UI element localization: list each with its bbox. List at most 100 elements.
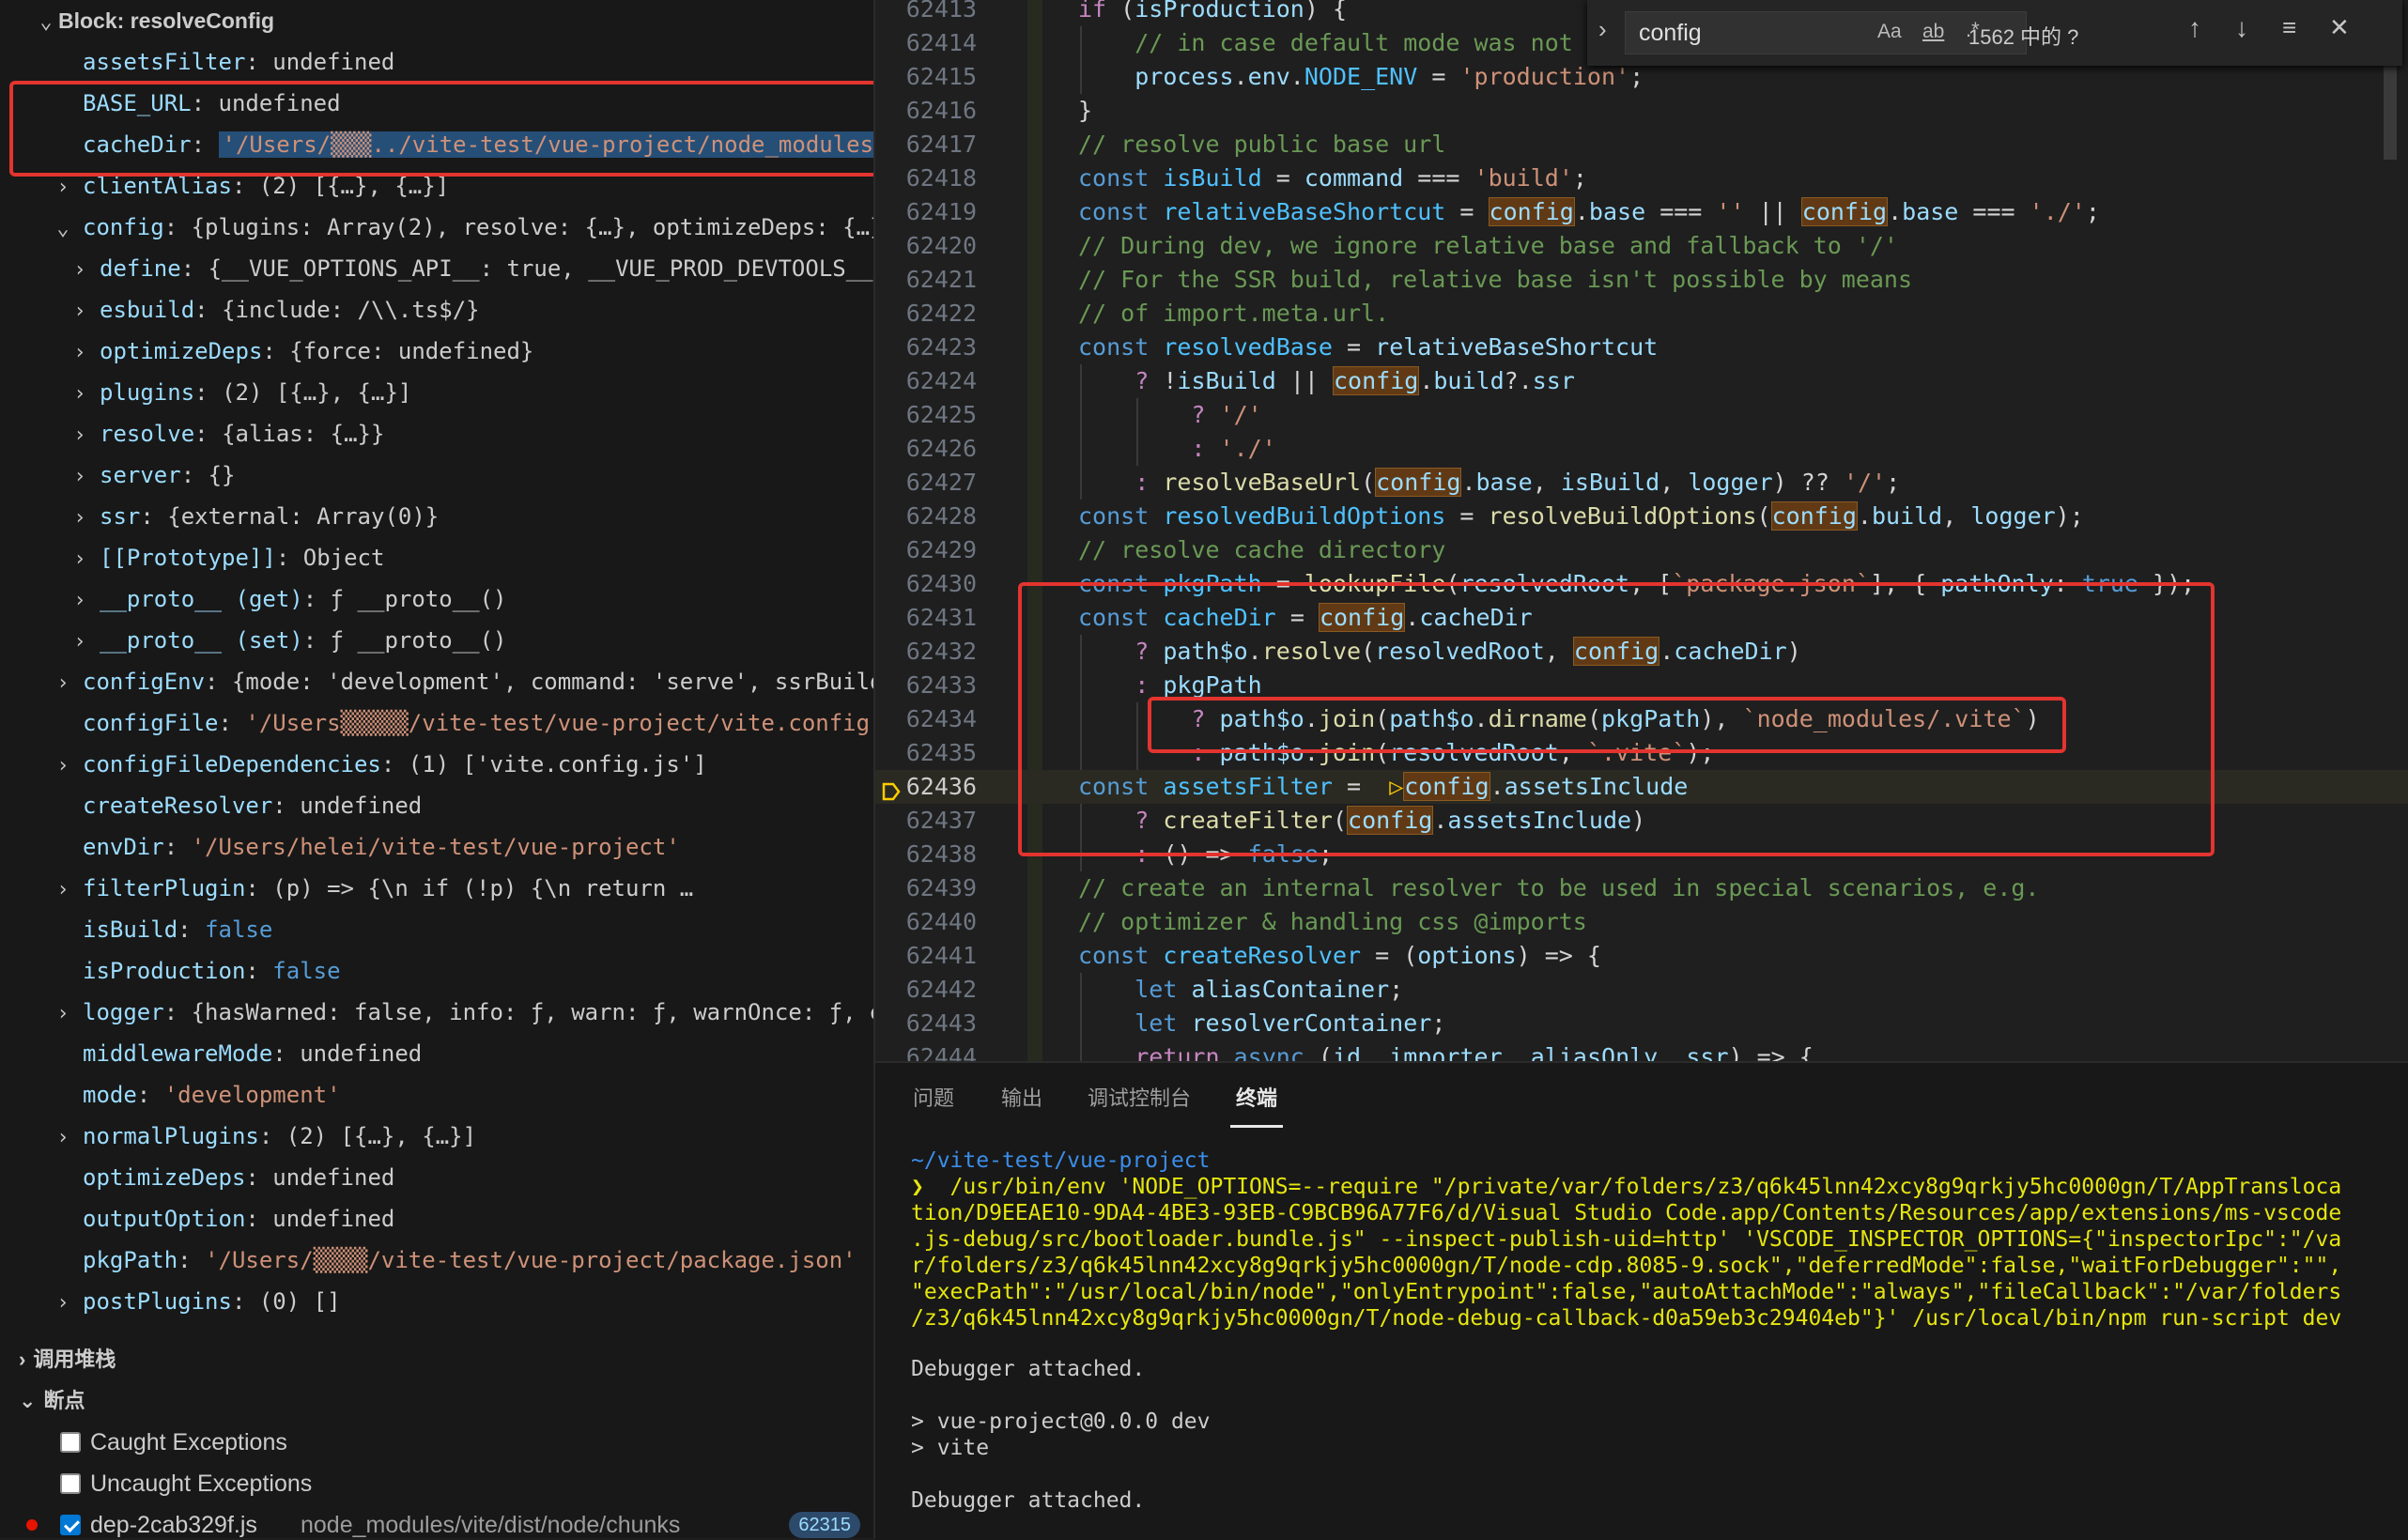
variable-row[interactable]: assetsFilter: undefined: [0, 41, 873, 83]
variable-key: server: [100, 462, 181, 488]
code-line[interactable]: 62422 // of import.meta.url.: [875, 297, 2408, 331]
chevron-right-icon[interactable]: ›: [68, 498, 92, 537]
chevron-right-icon[interactable]: ›: [68, 456, 92, 496]
variable-row[interactable]: › configEnv: {mode: 'development', comman…: [0, 661, 873, 702]
variable-row[interactable]: › __proto__ (set): ƒ __proto__(): [0, 620, 873, 661]
previous-match-icon[interactable]: ↑: [2188, 13, 2201, 43]
variable-row[interactable]: outputOption: undefined: [0, 1198, 873, 1240]
find-input-box[interactable]: config Aa ab .*: [1625, 11, 2027, 54]
chevron-right-icon[interactable]: ›: [51, 663, 75, 702]
variable-row[interactable]: › postPlugins: (0) []: [0, 1281, 873, 1322]
variable-row[interactable]: › ssr: {external: Array(0)}: [0, 496, 873, 537]
variable-row[interactable]: createResolver: undefined: [0, 785, 873, 826]
line-number: 62423: [905, 333, 977, 361]
code-line[interactable]: 62439 // create an internal resolver to b…: [875, 871, 2408, 905]
variable-row[interactable]: › [[Prototype]]: Object: [0, 537, 873, 578]
chevron-down-icon[interactable]: ⌄: [51, 208, 75, 248]
variable-row[interactable]: › __proto__ (get): ƒ __proto__(): [0, 578, 873, 620]
variable-separator: :: [245, 958, 273, 984]
tab-problems[interactable]: 问题: [913, 1082, 954, 1112]
whole-word-icon[interactable]: ab: [1922, 21, 1944, 43]
code-line[interactable]: 62427 : resolveBaseUrl(config.base, isBu…: [875, 466, 2408, 500]
variable-row[interactable]: ⌄ config: {plugins: Array(2), resolve: {……: [0, 207, 873, 248]
chevron-right-icon[interactable]: ›: [51, 1117, 75, 1157]
code-line[interactable]: 62424 ? !isBuild || config.build?.ssr: [875, 364, 2408, 398]
code-line[interactable]: 62443 let resolverContainer;: [875, 1007, 2408, 1040]
variables-panel: ⌄ Block: resolveConfig assetsFilter: unde…: [0, 0, 875, 1538]
chevron-right-icon[interactable]: ›: [68, 539, 92, 578]
chevron-right-icon[interactable]: ›: [68, 622, 92, 661]
variable-row[interactable]: › configFileDependencies: (1) ['vite.conf…: [0, 744, 873, 785]
code-line[interactable]: 62428 const resolvedBuildOptions = resolv…: [875, 500, 2408, 533]
variable-row[interactable]: › plugins: (2) [{…}, {…}]: [0, 372, 873, 413]
chevron-right-icon[interactable]: ›: [68, 374, 92, 413]
caught-exceptions-checkbox[interactable]: [60, 1432, 81, 1453]
variable-row[interactable]: isProduction: false: [0, 950, 873, 992]
chevron-right-icon[interactable]: ›: [68, 580, 92, 620]
code-line[interactable]: 62418 const isBuild = command === 'build'…: [875, 162, 2408, 195]
breakpoints-section[interactable]: ⌄ 断点: [0, 1380, 873, 1422]
code-line[interactable]: 62444 return async (id, importer, aliasO…: [875, 1040, 2408, 1061]
chevron-right-icon[interactable]: ›: [51, 746, 75, 785]
variable-row[interactable]: › esbuild: {include: /\\.ts$/}: [0, 289, 873, 331]
chevron-right-icon[interactable]: ›: [51, 870, 75, 909]
variable-row[interactable]: › define: {__VUE_OPTIONS_API__: true, __V…: [0, 248, 873, 289]
chevron-right-icon[interactable]: ›: [68, 415, 92, 454]
breakpoint-file-row[interactable]: dep-2cab329f.js node_modules/vite/dist/n…: [0, 1504, 873, 1538]
indent-guide: [1080, 26, 1082, 60]
call-stack-section[interactable]: › 调用堆栈: [0, 1339, 873, 1380]
variable-separator: :: [178, 1247, 206, 1273]
variable-row[interactable]: › filterPlugin: (p) => {\n if (!p) {\n re…: [0, 868, 873, 909]
chevron-right-icon[interactable]: ›: [51, 1283, 75, 1322]
uncaught-exceptions-row[interactable]: Uncaught Exceptions: [0, 1463, 873, 1504]
code-editor[interactable]: 62413 if (isProduction) {62414 // in case…: [875, 0, 2408, 1061]
variable-separator: :: [272, 1040, 301, 1067]
variable-row[interactable]: middlewareMode: undefined: [0, 1033, 873, 1074]
variable-row[interactable]: optimizeDeps: undefined: [0, 1157, 873, 1198]
variable-row[interactable]: › normalPlugins: (2) [{…}, {…}]: [0, 1116, 873, 1157]
chevron-down-icon[interactable]: ⌄: [34, 2, 58, 41]
variable-row[interactable]: › logger: {hasWarned: false, info: ƒ, war…: [0, 992, 873, 1033]
code-line[interactable]: 62416}: [875, 94, 2408, 128]
variable-row[interactable]: mode: 'development': [0, 1074, 873, 1116]
variable-row[interactable]: configFile: '/Users▒▒▒▒▒/vite-test/vue-p…: [0, 702, 873, 744]
chevron-right-icon[interactable]: ›: [68, 291, 92, 331]
next-match-icon[interactable]: ↓: [2235, 13, 2248, 43]
variable-row[interactable]: isBuild: false: [0, 909, 873, 950]
breakpoint-file-name: dep-2cab329f.js: [90, 1512, 257, 1538]
chevron-right-icon[interactable]: ›: [68, 332, 92, 372]
find-in-selection-icon[interactable]: ≡: [2282, 13, 2296, 42]
code-line[interactable]: 62417 // resolve public base url: [875, 128, 2408, 162]
chevron-right-icon[interactable]: ›: [68, 250, 92, 289]
breakpoint-file-checkbox[interactable]: [60, 1515, 81, 1535]
tab-terminal[interactable]: 终端: [1236, 1082, 1277, 1112]
variable-row[interactable]: › optimizeDeps: {force: undefined}: [0, 331, 873, 372]
code-line[interactable]: 62425 ? '/': [875, 398, 2408, 432]
code-line[interactable]: 62419 const relativeBaseShortcut = config…: [875, 195, 2408, 229]
close-icon[interactable]: ✕: [2329, 13, 2350, 42]
variable-row[interactable]: › server: {}: [0, 454, 873, 496]
code-line[interactable]: 62442 let aliasContainer;: [875, 973, 2408, 1007]
find-input[interactable]: config: [1639, 20, 1702, 47]
code-line[interactable]: 62429 // resolve cache directory: [875, 533, 2408, 567]
variable-row[interactable]: pkgPath: '/Users/▒▒▒▒/vite-test/vue-proj…: [0, 1240, 873, 1281]
variable-row[interactable]: envDir: '/Users/helei/vite-test/vue-proj…: [0, 826, 873, 868]
code-line[interactable]: 62420 // During dev, we ignore relative b…: [875, 229, 2408, 263]
chevron-right-icon[interactable]: ›: [51, 993, 75, 1033]
code-line[interactable]: 62426 : './': [875, 432, 2408, 466]
variable-key: __proto__ (set): [100, 627, 303, 654]
block-header[interactable]: ⌄ Block: resolveConfig: [0, 0, 873, 41]
variable-value: {force: undefined}: [289, 338, 534, 364]
code-line[interactable]: 62441 const createResolver = (options) =>…: [875, 939, 2408, 973]
caught-exceptions-row[interactable]: Caught Exceptions: [0, 1422, 873, 1463]
paused-breakpoint-icon[interactable]: [881, 778, 901, 801]
chevron-right-icon[interactable]: ›: [1598, 15, 1607, 44]
uncaught-exceptions-checkbox[interactable]: [60, 1473, 81, 1494]
match-case-icon[interactable]: Aa: [1877, 21, 1902, 43]
tab-debug-console[interactable]: 调试控制台: [1088, 1082, 1191, 1112]
tab-output[interactable]: 输出: [1001, 1082, 1042, 1112]
code-line[interactable]: 62421 // For the SSR build, relative base…: [875, 263, 2408, 297]
code-line[interactable]: 62440 // optimizer & handling css @import…: [875, 905, 2408, 939]
variable-row[interactable]: › resolve: {alias: {…}}: [0, 413, 873, 454]
code-line[interactable]: 62423 const resolvedBase = relativeBaseSh…: [875, 331, 2408, 364]
